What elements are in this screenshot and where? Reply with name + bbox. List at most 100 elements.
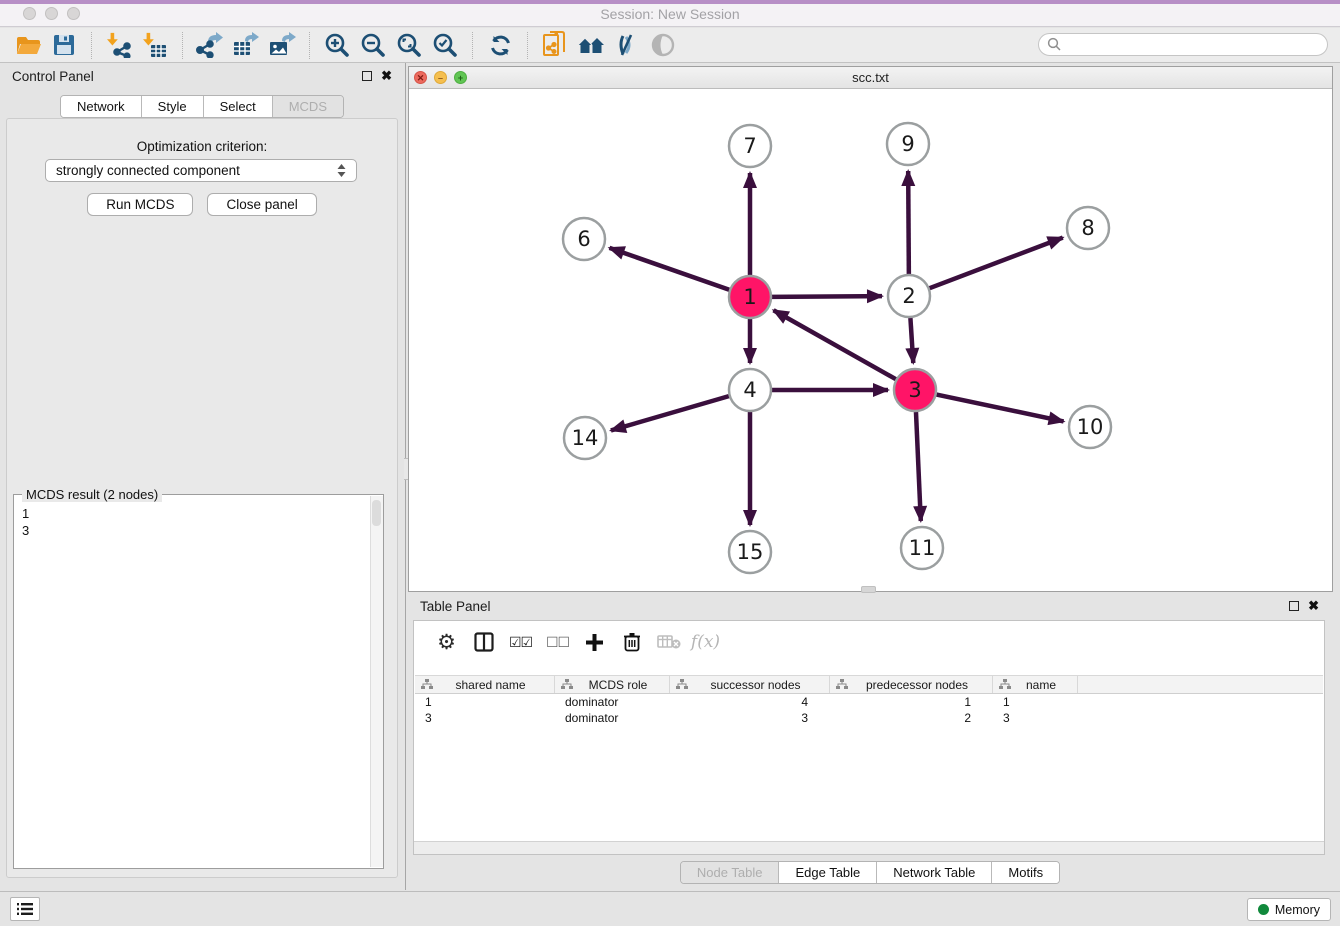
- horizontal-divider-handle[interactable]: [861, 586, 876, 593]
- clone-network-icon[interactable]: [537, 30, 573, 60]
- graph-edge-2-8[interactable]: [930, 238, 1063, 289]
- select-all-columns-icon[interactable]: ☑☑: [502, 627, 539, 657]
- table-panel-title: Table Panel: [420, 599, 491, 614]
- graph-edge-2-9[interactable]: [908, 171, 909, 274]
- column-layout-icon[interactable]: [465, 627, 502, 657]
- zoom-in-icon[interactable]: [319, 30, 355, 60]
- table-cell[interactable]: 1: [993, 694, 1078, 710]
- table-cell[interactable]: 3: [415, 710, 555, 726]
- application-window: Session: New Session: [0, 0, 1340, 926]
- open-session-icon[interactable]: [10, 30, 46, 60]
- home-layout-icon[interactable]: [573, 30, 609, 60]
- tab-style[interactable]: Style: [142, 96, 204, 117]
- tab-motifs[interactable]: Motifs: [992, 862, 1059, 883]
- zoom-out-icon[interactable]: [355, 30, 391, 60]
- tab-mcds[interactable]: MCDS: [273, 96, 343, 117]
- list-icon: [17, 902, 33, 916]
- tab-network[interactable]: Network: [61, 96, 142, 117]
- table-cell[interactable]: 4: [670, 694, 830, 710]
- column-header-predecessor-nodes[interactable]: predecessor nodes: [830, 676, 993, 693]
- network-graph[interactable]: 7968124314101511: [409, 89, 1332, 592]
- table-cell[interactable]: 2: [830, 710, 993, 726]
- table-cell[interactable]: dominator: [555, 710, 670, 726]
- node-table-container: ⚙ ☑☑ ☐☐ f(x) shared nameMCDS rolesucce: [413, 620, 1325, 855]
- unselect-all-columns-icon[interactable]: ☐☐: [539, 627, 576, 657]
- graph-node-label-2: 2: [902, 284, 915, 308]
- table-horizontal-scrollbar[interactable]: [414, 841, 1324, 854]
- tab-select[interactable]: Select: [204, 96, 273, 117]
- toolbar-separator: [182, 32, 183, 59]
- window-titlebar: Session: New Session: [0, 0, 1340, 27]
- graph-edge-3-1[interactable]: [774, 310, 896, 379]
- table-row[interactable]: 1dominator411: [415, 694, 1323, 710]
- add-column-icon[interactable]: [576, 627, 613, 657]
- import-table-icon[interactable]: [137, 30, 173, 60]
- tab-node-table[interactable]: Node Table: [681, 862, 780, 883]
- close-panel-button[interactable]: Close panel: [207, 193, 316, 216]
- table-toolbar: ⚙ ☑☑ ☐☐ f(x): [414, 621, 1324, 663]
- toolbar-separator: [91, 32, 92, 59]
- graph-edge-2-3[interactable]: [910, 318, 913, 363]
- task-history-button[interactable]: [10, 897, 40, 921]
- control-panel: Control Panel ✖ NetworkStyleSelectMCDS O…: [0, 63, 404, 891]
- control-panel-float-icon[interactable]: [362, 71, 372, 81]
- run-mcds-button[interactable]: Run MCDS: [87, 193, 193, 216]
- column-type-icon: [999, 679, 1011, 690]
- column-header-shared-name[interactable]: shared name: [415, 676, 555, 693]
- optimization-criterion-select[interactable]: strongly connected component: [45, 159, 357, 182]
- tab-edge-table[interactable]: Edge Table: [779, 862, 877, 883]
- column-header-successor-nodes[interactable]: successor nodes: [670, 676, 830, 693]
- graph-edge-3-11[interactable]: [916, 412, 921, 521]
- search-icon: [1047, 37, 1062, 52]
- table-settings-icon[interactable]: ⚙: [428, 627, 465, 657]
- graph-node-label-15: 15: [737, 540, 764, 564]
- mcds-panel: Optimization criterion: strongly connect…: [6, 118, 398, 878]
- import-network-icon[interactable]: [101, 30, 137, 60]
- column-header-filler: [1078, 676, 1323, 693]
- graph-edge-4-14[interactable]: [611, 396, 729, 430]
- column-type-icon: [561, 679, 573, 690]
- optimization-criterion-value: strongly connected component: [56, 163, 240, 178]
- graph-node-label-6: 6: [577, 227, 590, 251]
- table-cell[interactable]: 3: [670, 710, 830, 726]
- node-table-header: shared nameMCDS rolesuccessor nodesprede…: [415, 675, 1323, 694]
- optimization-criterion-label: Optimization criterion:: [7, 139, 397, 154]
- export-image-icon[interactable]: [264, 30, 300, 60]
- mcds-result-scrollbar[interactable]: [370, 496, 383, 867]
- memory-button[interactable]: Memory: [1247, 898, 1331, 921]
- refresh-layout-icon[interactable]: [482, 30, 518, 60]
- tab-network-table[interactable]: Network Table: [877, 862, 992, 883]
- save-session-icon[interactable]: [46, 30, 82, 60]
- table-cell[interactable]: 1: [415, 694, 555, 710]
- export-table-icon[interactable]: [228, 30, 264, 60]
- table-row[interactable]: 3dominator323: [415, 710, 1323, 726]
- column-type-icon: [421, 679, 433, 690]
- table-panel-close-icon[interactable]: ✖: [1308, 601, 1319, 611]
- graph-edge-1-2[interactable]: [772, 296, 882, 297]
- table-cell[interactable]: dominator: [555, 694, 670, 710]
- mcds-result-text[interactable]: 1 3: [14, 501, 369, 868]
- mcds-result-box: MCDS result (2 nodes) 1 3: [13, 494, 384, 869]
- control-panel-close-icon[interactable]: ✖: [381, 71, 392, 81]
- table-cell[interactable]: 3: [993, 710, 1078, 726]
- table-panel-float-icon[interactable]: [1289, 601, 1299, 611]
- search-input[interactable]: [1067, 36, 1327, 54]
- toolbar-separator: [309, 32, 310, 59]
- delete-columns-icon[interactable]: [613, 627, 650, 657]
- network-view-window: ✕ – + scc.txt 7968124314101511: [408, 66, 1333, 592]
- delete-table-icon: [650, 627, 687, 657]
- table-cell[interactable]: 1: [830, 694, 993, 710]
- node-table: shared nameMCDS rolesuccessor nodesprede…: [415, 675, 1323, 726]
- graph-edge-1-6[interactable]: [609, 248, 729, 290]
- toggle-graphics-details-icon[interactable]: [609, 30, 645, 60]
- network-window-titlebar[interactable]: ✕ – + scc.txt: [409, 67, 1332, 89]
- birdseye-view-icon[interactable]: [645, 30, 681, 60]
- graph-node-label-4: 4: [743, 378, 756, 402]
- column-header-MCDS-role[interactable]: MCDS role: [555, 676, 670, 693]
- memory-status-icon: [1258, 904, 1269, 915]
- zoom-fit-icon[interactable]: [391, 30, 427, 60]
- column-header-name[interactable]: name: [993, 676, 1078, 693]
- export-network-icon[interactable]: [192, 30, 228, 60]
- zoom-selected-icon[interactable]: [427, 30, 463, 60]
- graph-edge-3-10[interactable]: [937, 395, 1064, 422]
